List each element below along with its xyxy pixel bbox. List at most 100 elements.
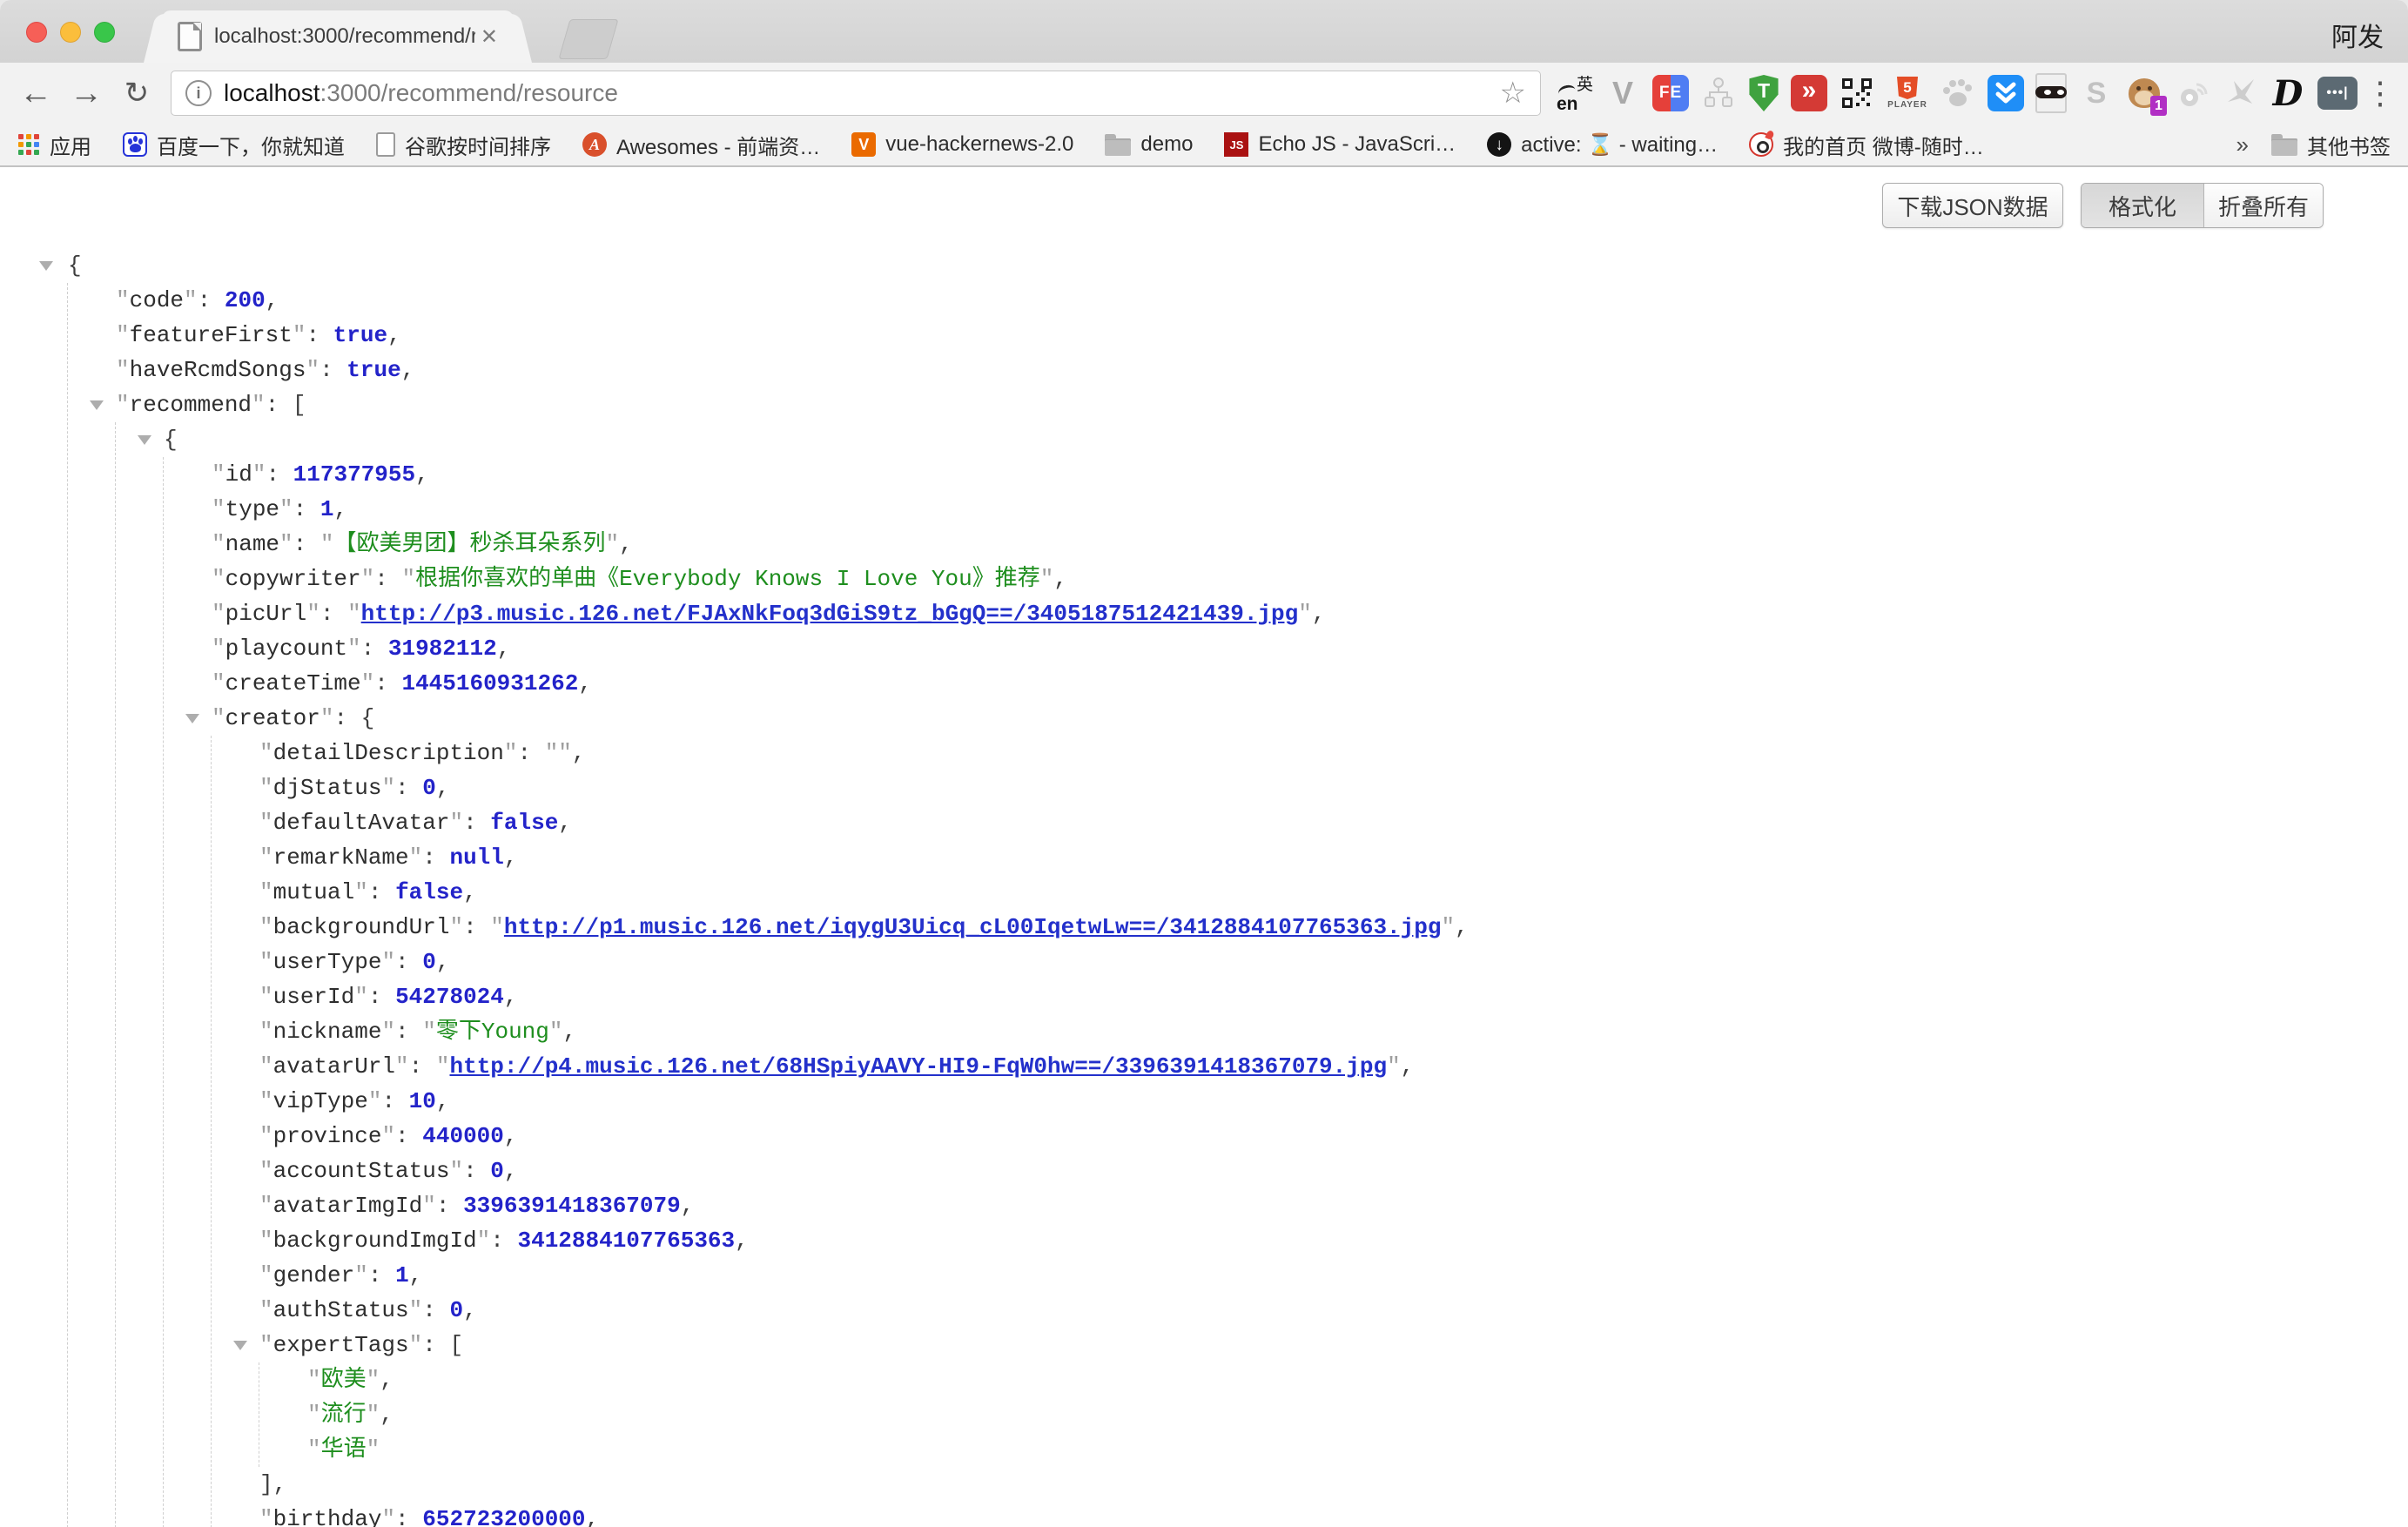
comma: ,	[1053, 566, 1067, 592]
json-line: "userId": 54278024,	[212, 979, 2408, 1014]
quote: "	[449, 914, 463, 940]
baidu-icon	[123, 132, 147, 157]
quote: "	[361, 670, 375, 696]
address-bar[interactable]: i localhost :3000/recommend/resource ☆	[171, 71, 1541, 116]
json-children: "id": 117377955,"type": 1,"name": "【欧美男团…	[163, 457, 2408, 1527]
browser-tab[interactable]: localhost:3000/recommend/re ✕	[162, 10, 514, 63]
open-bracket: {	[361, 705, 375, 731]
colon: :	[436, 1193, 463, 1219]
format-button[interactable]: 格式化	[2082, 184, 2204, 227]
quote: "	[320, 531, 334, 557]
json-url-value[interactable]: http://p3.music.126.net/FJAxNkFoq3dGiS9t…	[361, 601, 1299, 627]
quote: "	[306, 357, 319, 383]
colon: :	[293, 496, 320, 522]
folder-icon	[1105, 138, 1131, 156]
quote: "	[354, 1262, 368, 1288]
fe-extension-icon[interactable]: FE	[1652, 75, 1689, 111]
reload-button[interactable]: ↻	[115, 78, 158, 108]
bookmark-label: demo	[1140, 132, 1193, 157]
new-tab-button[interactable]	[558, 19, 618, 59]
shortcut-s-extension-icon[interactable]: S	[2078, 75, 2115, 111]
json-literal-value: 10	[409, 1088, 436, 1114]
download-json-button[interactable]: 下载JSON数据	[1882, 183, 2063, 228]
bookmarks-overflow-icon[interactable]: »	[2236, 131, 2249, 158]
bookmark-icon-glyph: ↓	[1495, 137, 1503, 153]
json-literal-value: 1	[320, 496, 334, 522]
dots-box-extension-icon[interactable]: •••|	[2317, 77, 2358, 110]
quote: "	[307, 1367, 321, 1393]
json-line: "picUrl": "http://p3.music.126.net/FJAxN…	[164, 596, 2408, 631]
chrome-menu-icon[interactable]: ⋮	[2364, 75, 2394, 111]
active-icon: ↓	[1487, 132, 1511, 157]
quote: "	[347, 601, 361, 627]
json-url-value[interactable]: http://p1.music.126.net/iqygU3Uicq_cL00I…	[504, 914, 1442, 940]
bookmark-star-icon[interactable]: ☆	[1500, 76, 1526, 111]
shield-extension-icon[interactable]: T	[1748, 75, 1779, 111]
back-button[interactable]: ←	[14, 77, 57, 110]
quote: "	[259, 949, 273, 975]
bookmark-item-baidu[interactable]: 百度一下，你就知道	[123, 130, 345, 160]
open-bracket: {	[164, 427, 178, 453]
bookmark-label: 我的首页 微博-随时…	[1783, 130, 1984, 160]
collapse-toggle-icon[interactable]	[39, 261, 53, 271]
fastforward-extension-icon[interactable]: »	[1791, 75, 1827, 111]
hummingbird-extension-icon[interactable]	[2222, 75, 2258, 111]
html5-player-extension-icon[interactable]: 5 PLAYER	[1887, 73, 1928, 113]
collapse-toggle-icon[interactable]	[90, 400, 104, 410]
comma: ,	[578, 670, 592, 696]
json-literal-value: 0	[422, 949, 436, 975]
open-bracket: [	[293, 392, 306, 418]
colon: :	[266, 461, 293, 488]
site-info-icon[interactable]: i	[185, 80, 212, 106]
colon: :	[374, 670, 401, 696]
close-window-button[interactable]	[26, 22, 47, 43]
qrcode-extension-icon[interactable]	[1839, 75, 1875, 111]
downloader-extension-icon[interactable]	[1988, 75, 2024, 111]
json-literal-value: 200	[225, 287, 266, 313]
zoom-window-button[interactable]	[94, 22, 115, 43]
bookmark-item-vue[interactable]: Vvue-hackernews-2.0	[851, 132, 1073, 157]
weibo-extension-icon[interactable]	[2174, 75, 2210, 111]
d-extension-icon[interactable]: D	[2270, 75, 2306, 111]
profile-name[interactable]: 阿发	[2331, 16, 2384, 54]
quote: "	[381, 949, 395, 975]
bookmark-item-apps-grid[interactable]: 应用	[17, 130, 91, 160]
collapse-toggle-icon[interactable]	[138, 435, 151, 445]
quote: "	[116, 322, 130, 348]
forward-button[interactable]: →	[64, 77, 108, 110]
collapse-toggle-icon[interactable]	[185, 714, 199, 723]
quote: "	[395, 1053, 409, 1080]
other-bookmarks-folder[interactable]: 其他书签	[2271, 130, 2391, 160]
json-literal-value: null	[449, 844, 503, 871]
json-viewer-extension-icon[interactable]	[2035, 73, 2067, 113]
bookmark-item-echojs[interactable]: JSEcho JS - JavaScri…	[1224, 132, 1456, 157]
collapse-all-button[interactable]: 折叠所有	[2204, 184, 2323, 227]
colon: :	[361, 636, 388, 662]
bookmark-item-page[interactable]: 谷歌按时间排序	[376, 130, 551, 160]
translate-extension-icon[interactable]: 英 en	[1557, 75, 1593, 111]
tab-close-icon[interactable]: ✕	[481, 24, 498, 50]
bookmark-item-awesomes[interactable]: AAwesomes - 前端资…	[582, 130, 820, 160]
json-literal-value: 54278024	[395, 984, 504, 1010]
json-line: "recommend": [	[68, 387, 2408, 422]
comma: ,	[504, 984, 518, 1010]
json-literal-value: 3396391418367079	[463, 1193, 681, 1219]
collapse-toggle-icon[interactable]	[233, 1341, 247, 1350]
bookmark-item-active[interactable]: ↓active: ⌛ - waiting…	[1487, 132, 1718, 158]
minimize-window-button[interactable]	[60, 22, 81, 43]
quote: "	[259, 1262, 273, 1288]
quote: "	[259, 1053, 273, 1080]
paw-extension-icon[interactable]	[1940, 75, 1976, 111]
bookmark-item-weibo[interactable]: 我的首页 微博-随时…	[1749, 130, 1984, 160]
comma: ,	[558, 810, 572, 836]
json-url-value[interactable]: http://p4.music.126.net/68HSpiyAAVY-HI9-…	[449, 1053, 1387, 1080]
echojs-icon: JS	[1224, 132, 1248, 157]
bookmark-item-folder[interactable]: demo	[1105, 132, 1193, 157]
vue-devtools-extension-icon[interactable]: V	[1604, 75, 1641, 111]
sitemap-extension-icon[interactable]	[1700, 75, 1737, 111]
tampermonkey-extension-icon[interactable]: 1	[2126, 75, 2162, 111]
comma: ,	[463, 879, 477, 905]
json-key: recommend	[130, 392, 252, 418]
comma: ,	[380, 1367, 393, 1393]
comma: ,	[619, 531, 633, 557]
